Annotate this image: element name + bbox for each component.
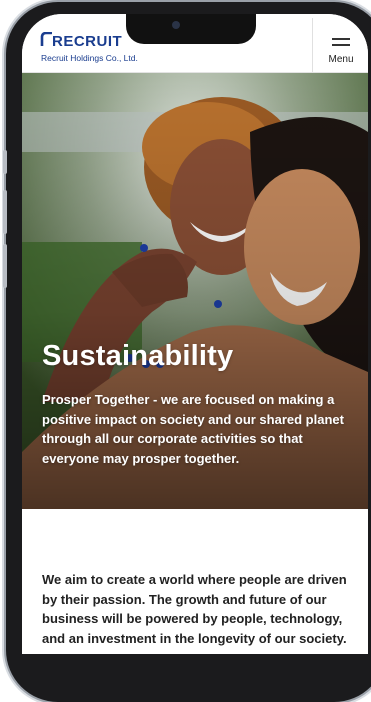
hero-title: Sustainability <box>42 340 234 372</box>
hamburger-menu-icon <box>332 38 350 40</box>
front-camera <box>172 21 180 29</box>
phone-screen: RECRUIT Recruit Holdings Co., Ltd. Menu <box>22 14 368 654</box>
hamburger-menu-icon <box>332 44 350 46</box>
hero-section: Sustainability Prosper Together - we are… <box>22 72 368 509</box>
intro-paragraph: We aim to create a world where people ar… <box>42 572 347 646</box>
logo-subtitle: Recruit Holdings Co., Ltd. <box>41 53 138 63</box>
menu-label: Menu <box>328 54 354 65</box>
phone-side-button <box>3 190 7 234</box>
recruit-logo-icon <box>40 32 52 46</box>
hero-description: Prosper Together - we are focused on mak… <box>42 392 344 466</box>
phone-side-button <box>3 244 7 288</box>
menu-button[interactable]: Menu <box>312 18 368 72</box>
phone-side-button <box>3 150 7 174</box>
phone-notch <box>126 14 256 44</box>
logo-wordmark: RECRUIT <box>52 33 123 50</box>
